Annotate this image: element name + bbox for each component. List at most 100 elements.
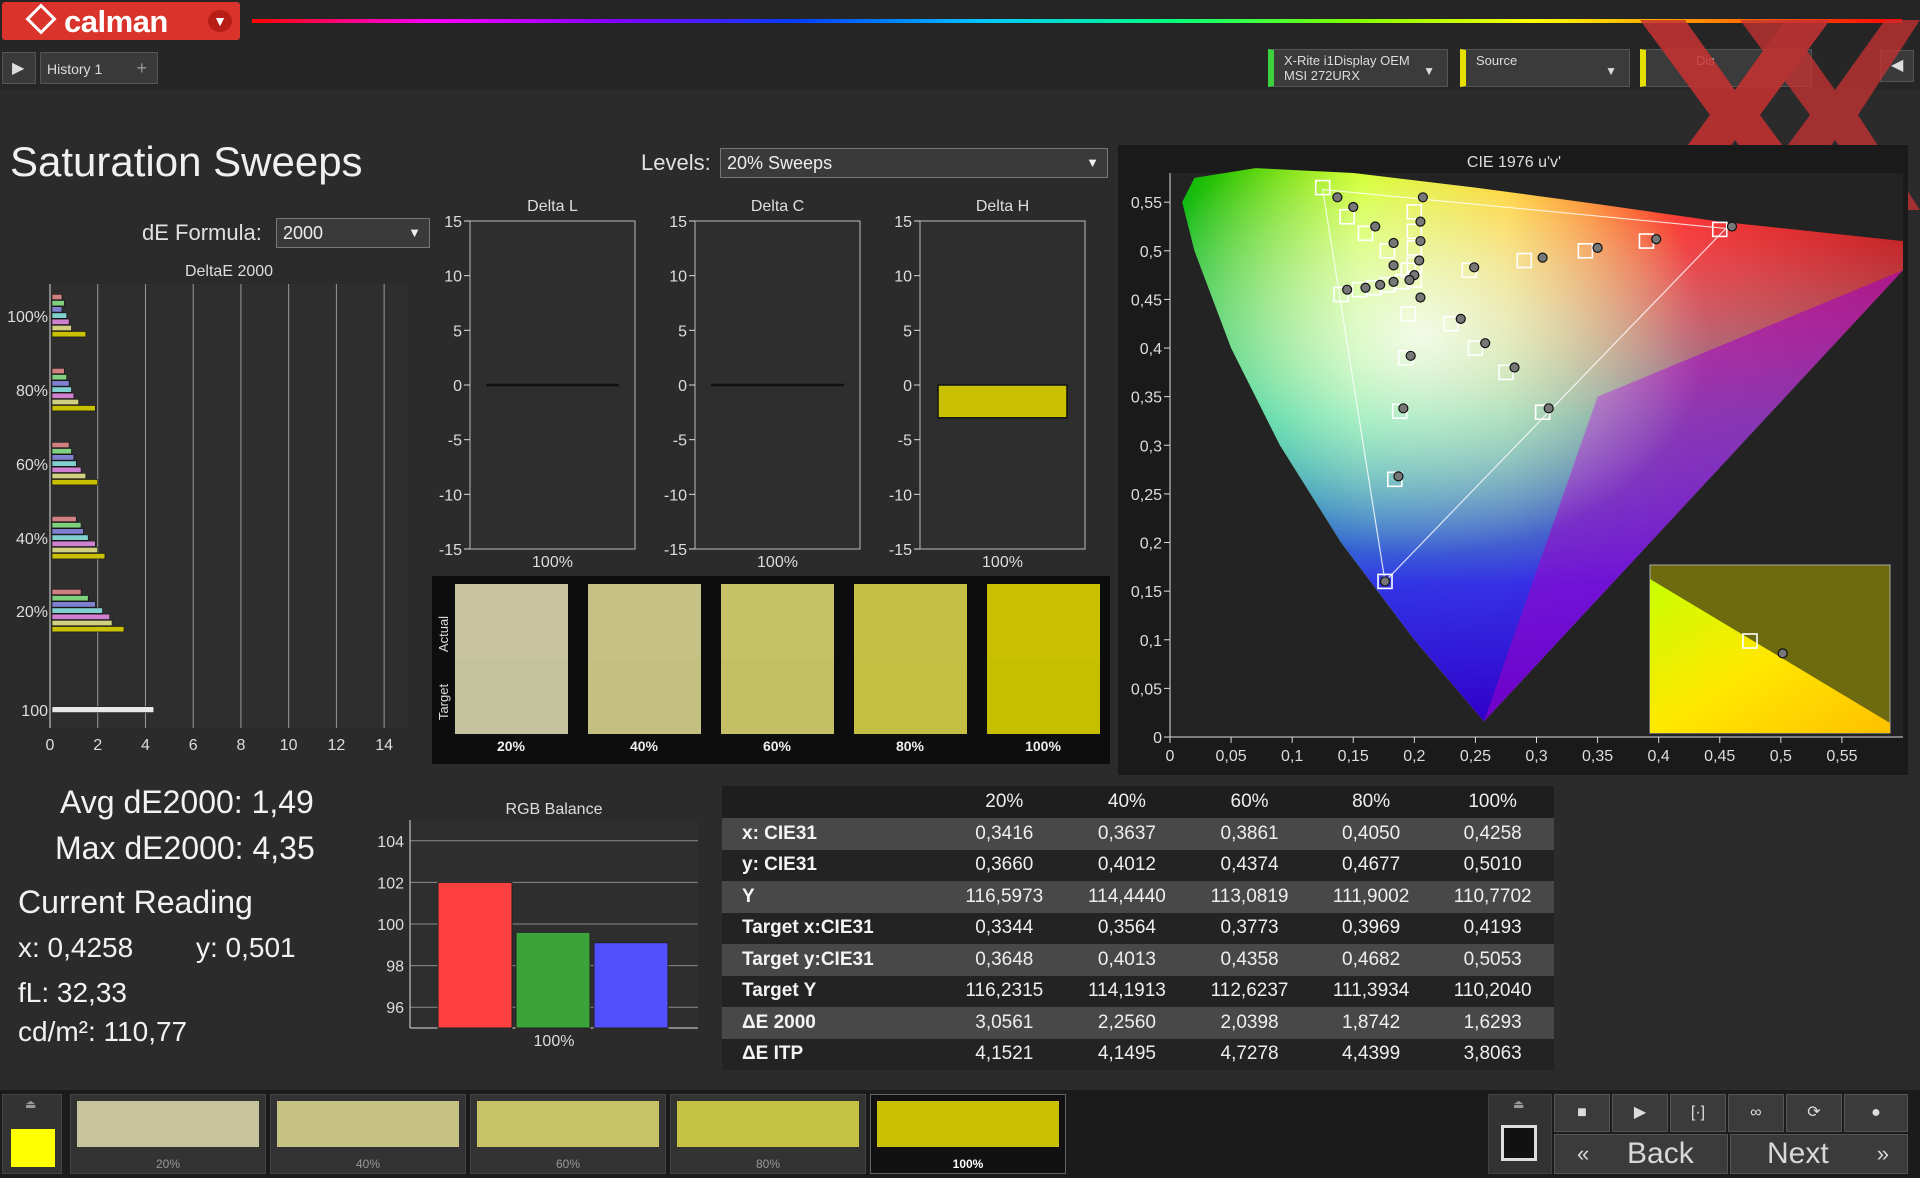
plot-area: [50, 284, 408, 728]
swatch-label: 40%: [630, 738, 659, 754]
table-cell: 4,4399: [1342, 1043, 1401, 1065]
y-tick-label: 60%: [16, 457, 48, 474]
view-toggle-slot[interactable]: ⏏: [1488, 1094, 1552, 1174]
y-tick-label: 102: [377, 875, 404, 892]
bar: [51, 405, 96, 412]
table-cell: 0,3416: [975, 822, 1034, 844]
meter-profile: MSI 272URX: [1284, 68, 1360, 83]
add-tab-icon[interactable]: +: [136, 58, 147, 79]
source-selector[interactable]: Source ▼: [1460, 49, 1630, 87]
current-patch-slot[interactable]: ⏏: [2, 1094, 62, 1174]
x-tick-label: 4: [141, 737, 150, 754]
x-tick-label: 12: [328, 737, 346, 754]
bottom-patch-slot[interactable]: 100%: [870, 1094, 1066, 1174]
play-button[interactable]: ▶: [1612, 1094, 1668, 1132]
table-row: ΔE 2000 3,0561 2,2560 2,0398 1,8742 1,6293: [722, 1007, 1554, 1039]
y-tick-label: 100: [21, 703, 48, 720]
delta-l-chart: Delta L 15 10 5 0 -5 -10 -15 100%: [439, 198, 636, 570]
table-cell: 4,1495: [1097, 1043, 1156, 1065]
chart-title: RGB Balance: [506, 801, 603, 818]
step-button[interactable]: [·]: [1670, 1094, 1726, 1132]
cie-1976-chart: CIE 1976 u'v' 0 0,05 0,1 0,15 0,2 0,25 0,3 0,35 0…: [1118, 145, 1908, 775]
y-tick-label: 15: [669, 214, 687, 231]
y-tick-label: 0,5: [1140, 244, 1162, 261]
y-tick-label: 0,15: [1131, 584, 1162, 601]
column-header: 60%: [1230, 791, 1269, 812]
levels-dropdown[interactable]: 20% Sweeps ▼: [720, 148, 1108, 178]
de-formula-dropdown[interactable]: 2000 ▼: [276, 218, 430, 248]
levels-label: Levels:: [641, 150, 711, 175]
x-tick-label: 6: [189, 737, 198, 754]
y-tick-label: 5: [903, 323, 912, 340]
y-tick-label: 10: [444, 269, 462, 286]
bar: [51, 392, 75, 399]
back-button[interactable]: « Back: [1554, 1134, 1728, 1174]
bar: [51, 399, 79, 406]
current-fl: fL: 32,33: [18, 977, 127, 1008]
y-tick-label: 0,4: [1140, 341, 1162, 358]
bar: [51, 534, 89, 541]
bar: [51, 380, 70, 387]
delta-h-chart: Delta H 15 10 5 0 -5 -10 -15 100%: [889, 198, 1086, 570]
table-cell: 0,3773: [1220, 917, 1279, 939]
stop-button[interactable]: ■: [1554, 1094, 1610, 1132]
bottom-patch-slot[interactable]: 40%: [270, 1094, 466, 1174]
bar: [51, 374, 68, 381]
row-label: ΔE 2000: [742, 1011, 816, 1033]
patch-label: 80%: [755, 1157, 781, 1171]
play-history-button[interactable]: ▶: [2, 52, 36, 84]
table-cell: 3,0561: [975, 1011, 1034, 1033]
bottom-patch-slot[interactable]: 60%: [470, 1094, 666, 1174]
bottom-patch-slot[interactable]: 20%: [70, 1094, 266, 1174]
measured-marker: [1405, 350, 1416, 361]
x-tick-label: 100%: [532, 554, 573, 570]
zoom-inset: [1649, 564, 1891, 734]
tab-history-1[interactable]: History 1 +: [40, 52, 158, 84]
chevron-down-icon: ▼: [208, 10, 232, 32]
table-cell: 0,3648: [975, 948, 1034, 970]
table-cell: 116,2315: [965, 980, 1044, 1002]
swatch-target: [455, 659, 568, 734]
measured-marker: [1543, 403, 1554, 414]
x-tick-label: 2: [93, 737, 102, 754]
x-tick-label: 0,45: [1704, 748, 1735, 765]
table-cell: 114,1913: [1088, 980, 1166, 1002]
meter-selector[interactable]: X-Rite i1Display OEM MSI 272URX ▼: [1268, 49, 1448, 87]
x-tick-label: 0,3: [1525, 748, 1547, 765]
patch-swatch: [77, 1101, 259, 1147]
measured-marker: [1398, 403, 1409, 414]
measured-marker: [1592, 242, 1603, 253]
bar: [51, 368, 65, 375]
options-button[interactable]: ●: [1844, 1094, 1908, 1132]
x-tick-label: 0,15: [1338, 748, 1369, 765]
de-formula-label: dE Formula:: [142, 220, 262, 245]
source-label: Source: [1476, 53, 1518, 68]
y-tick-label: 40%: [16, 531, 48, 548]
actual-label: Actual: [436, 616, 451, 652]
bottom-patch-slot[interactable]: 80%: [670, 1094, 866, 1174]
current-cdm2: cd/m²: 110,77: [18, 1016, 188, 1047]
y-tick-label: 0,3: [1140, 438, 1162, 455]
calman-logo-menu[interactable]: calman ▼: [2, 2, 240, 40]
measured-marker: [1332, 192, 1343, 203]
bar: [593, 942, 669, 1029]
x-tick-label: 14: [375, 737, 393, 754]
y-tick-label: 0: [453, 378, 462, 395]
refresh-button[interactable]: ⟳: [1786, 1094, 1842, 1132]
table-cell: 0,5053: [1463, 948, 1522, 970]
y-tick-label: -15: [664, 542, 687, 559]
swatch-actual: [987, 584, 1100, 659]
next-button[interactable]: Next »: [1730, 1134, 1908, 1174]
stop-square-icon: [1501, 1125, 1537, 1161]
table-cell: 0,4358: [1220, 948, 1279, 970]
bar: [51, 473, 87, 480]
swatch-label: 100%: [1025, 738, 1061, 754]
loop-button[interactable]: ∞: [1728, 1094, 1784, 1132]
table-cell: 0,4050: [1342, 822, 1401, 844]
x-tick-label: 10: [280, 737, 298, 754]
measured-marker: [1342, 284, 1353, 295]
table-cell: 112,6237: [1210, 980, 1289, 1002]
bar: [51, 626, 125, 633]
infinity-icon: ∞: [1750, 1104, 1762, 1121]
y-tick-label: 0,55: [1131, 195, 1162, 212]
